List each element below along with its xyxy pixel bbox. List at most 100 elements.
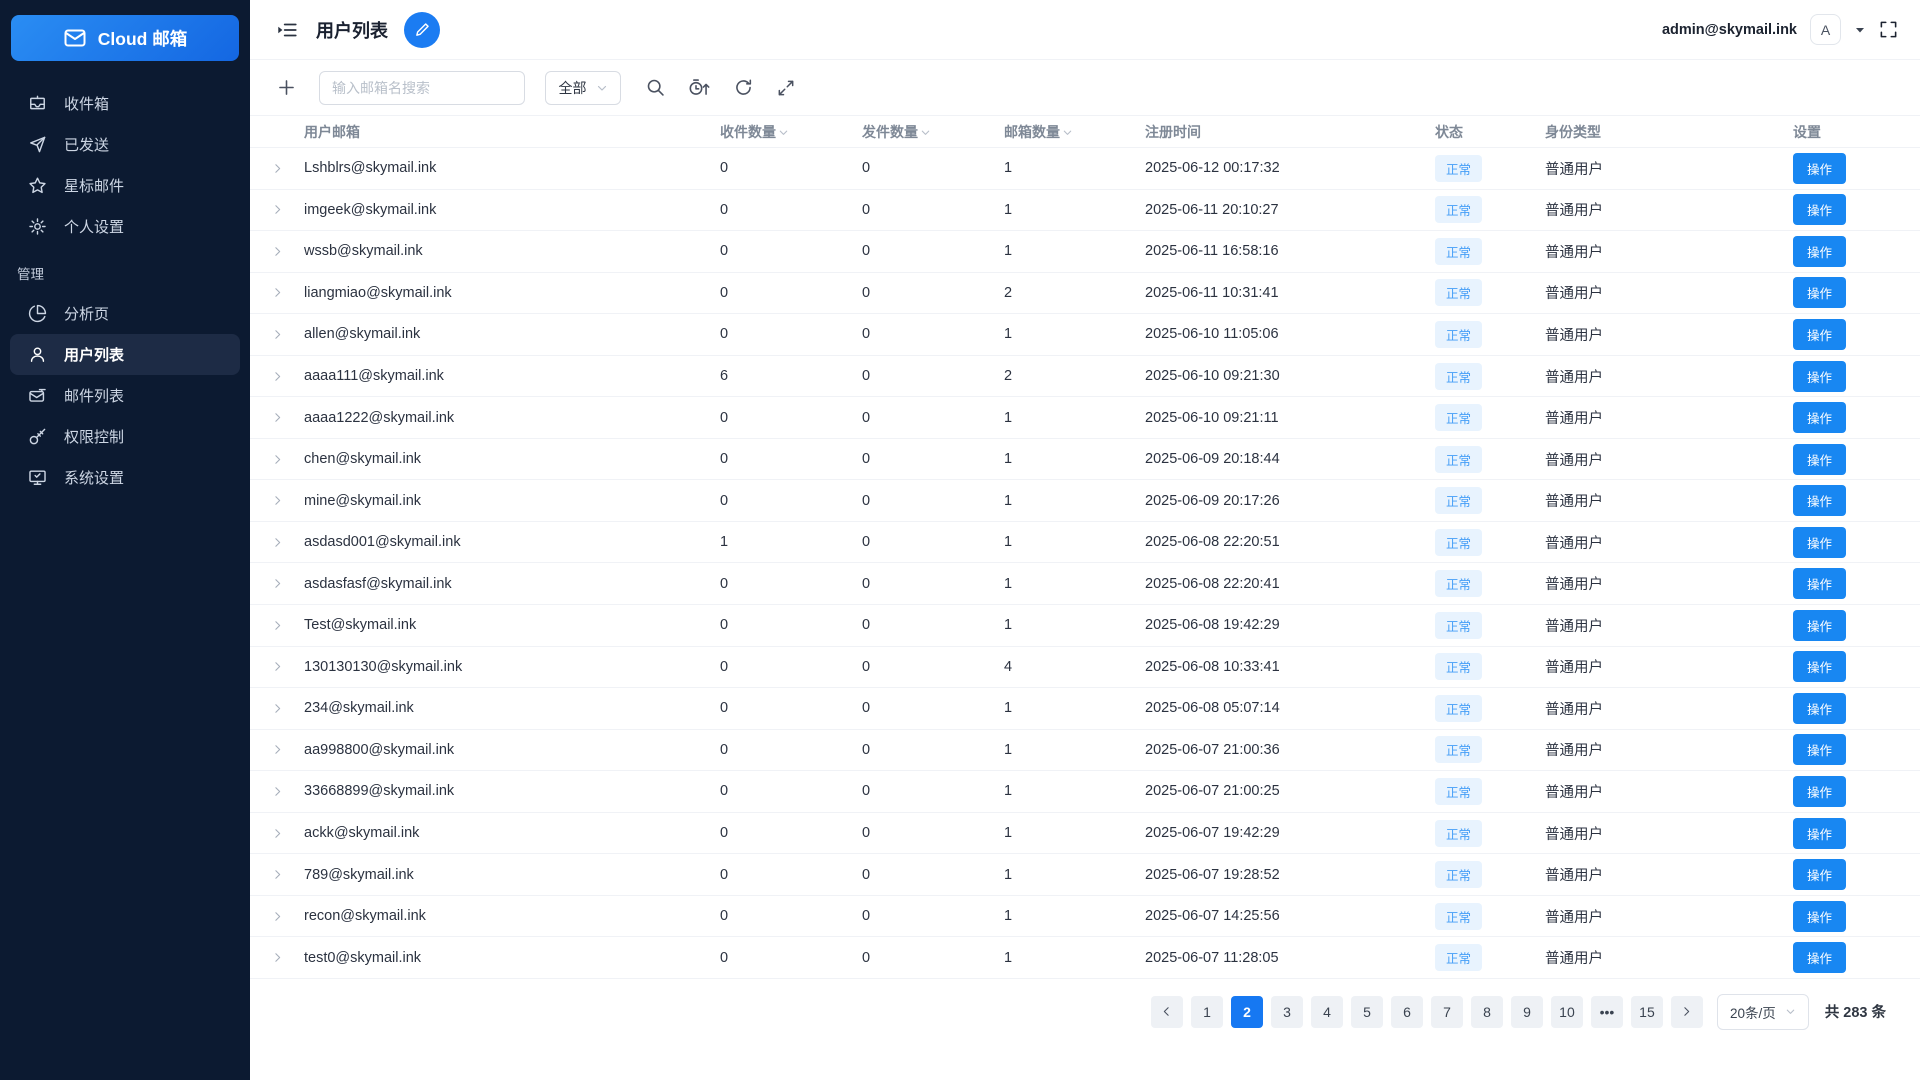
refresh-button[interactable] [731,75,756,100]
row-expand-chevron-icon[interactable] [250,951,304,964]
row-expand-chevron-icon[interactable] [250,868,304,881]
page-button[interactable]: 4 [1310,995,1343,1028]
account-dropdown-caret-icon[interactable] [1854,24,1866,36]
cell-user-email[interactable]: 130130130@skymail.ink [304,659,720,675]
row-action-button[interactable]: 操作 [1793,900,1847,932]
row-action-button[interactable]: 操作 [1793,609,1847,641]
row-action-button[interactable]: 操作 [1793,485,1847,517]
row-action-button[interactable]: 操作 [1793,942,1847,974]
column-header-sent-count[interactable]: 发件数量 [862,122,1004,142]
row-expand-chevron-icon[interactable] [250,702,304,715]
row-expand-chevron-icon[interactable] [250,245,304,258]
cell-user-email[interactable]: 33668899@skymail.ink [304,783,720,799]
page-size-select[interactable]: 20条/页 [1716,993,1809,1030]
column-header-mailbox-count[interactable]: 邮箱数量 [1004,122,1145,142]
cell-user-email[interactable]: mine@skymail.ink [304,493,720,509]
row-action-button[interactable]: 操作 [1793,568,1847,600]
filter-select[interactable]: 全部 [545,70,621,105]
row-action-button[interactable]: 操作 [1793,692,1847,724]
cell-user-email[interactable]: Test@skymail.ink [304,617,720,633]
sidebar-item-personal-settings[interactable]: 个人设置 [0,206,250,247]
row-action-button[interactable]: 操作 [1793,402,1847,434]
page-button[interactable]: 7 [1430,995,1463,1028]
cell-user-email[interactable]: imgeek@skymail.ink [304,202,720,218]
cell-user-email[interactable]: ackk@skymail.ink [304,825,720,841]
sidebar-item-starred[interactable]: 星标邮件 [0,165,250,206]
search-input[interactable] [319,70,525,105]
row-expand-chevron-icon[interactable] [250,494,304,507]
row-action-button[interactable]: 操作 [1793,859,1847,891]
row-expand-chevron-icon[interactable] [250,536,304,549]
edit-title-button[interactable] [404,11,440,48]
avatar[interactable]: A [1810,14,1841,45]
page-button[interactable]: 3 [1270,995,1303,1028]
row-action-button[interactable]: 操作 [1793,443,1847,475]
sidebar-item-inbox[interactable]: 收件箱 [0,83,250,124]
menu-collapse-icon[interactable] [274,17,300,43]
cell-user-email[interactable]: aaaa1222@skymail.ink [304,410,720,426]
row-action-button[interactable]: 操作 [1793,360,1847,392]
row-expand-chevron-icon[interactable] [250,619,304,632]
row-action-button[interactable]: 操作 [1793,235,1847,267]
cell-user-email[interactable]: aa998800@skymail.ink [304,742,720,758]
cell-user-email[interactable]: wssb@skymail.ink [304,243,720,259]
cell-user-email[interactable]: Lshblrs@skymail.ink [304,160,720,176]
cell-user-email[interactable]: chen@skymail.ink [304,451,720,467]
row-action-button[interactable]: 操作 [1793,152,1847,184]
page-button[interactable]: 1 [1190,995,1223,1028]
row-action-button[interactable]: 操作 [1793,651,1847,683]
cell-user-email[interactable]: asdasfasf@skymail.ink [304,576,720,592]
page-button[interactable]: 8 [1470,995,1503,1028]
page-button[interactable]: 5 [1350,995,1383,1028]
row-expand-chevron-icon[interactable] [250,162,304,175]
row-expand-chevron-icon[interactable] [250,286,304,299]
row-expand-chevron-icon[interactable] [250,203,304,216]
next-page-button[interactable] [1670,995,1703,1028]
cell-user-email[interactable]: test0@skymail.ink [304,950,720,966]
add-user-button[interactable] [274,75,299,100]
cell-user-email[interactable]: liangmiao@skymail.ink [304,285,720,301]
expand-table-button[interactable] [774,76,798,100]
row-action-button[interactable]: 操作 [1793,817,1847,849]
sidebar-item-analytics[interactable]: 分析页 [0,293,250,334]
page-button[interactable]: 10 [1550,995,1583,1028]
cell-user-email[interactable]: allen@skymail.ink [304,326,720,342]
sidebar-item-permissions[interactable]: 权限控制 [0,416,250,457]
page-button[interactable]: 9 [1510,995,1543,1028]
row-expand-chevron-icon[interactable] [250,827,304,840]
page-button[interactable]: 15 [1630,995,1663,1028]
sidebar-item-system-settings[interactable]: 系统设置 [0,457,250,498]
row-expand-chevron-icon[interactable] [250,577,304,590]
row-expand-chevron-icon[interactable] [250,328,304,341]
row-expand-chevron-icon[interactable] [250,910,304,923]
prev-page-button[interactable] [1150,995,1183,1028]
row-expand-chevron-icon[interactable] [250,785,304,798]
sidebar-item-mail-list[interactable]: 邮件列表 [0,375,250,416]
sort-by-time-button[interactable] [686,75,713,100]
row-expand-chevron-icon[interactable] [250,743,304,756]
cell-user-email[interactable]: recon@skymail.ink [304,908,720,924]
row-action-button[interactable]: 操作 [1793,277,1847,309]
row-expand-chevron-icon[interactable] [250,660,304,673]
row-action-button[interactable]: 操作 [1793,194,1847,226]
brand-button[interactable]: Cloud 邮箱 [11,15,239,61]
page-button[interactable]: 2 [1230,995,1263,1028]
row-action-button[interactable]: 操作 [1793,526,1847,558]
sidebar-item-sent[interactable]: 已发送 [0,124,250,165]
cell-user-email[interactable]: aaaa111@skymail.ink [304,368,720,384]
sidebar-item-user-list[interactable]: 用户列表 [10,334,240,375]
column-header-inbox-count[interactable]: 收件数量 [720,122,862,142]
page-button[interactable]: 6 [1390,995,1423,1028]
row-action-button[interactable]: 操作 [1793,775,1847,807]
row-expand-chevron-icon[interactable] [250,370,304,383]
cell-user-email[interactable]: 789@skymail.ink [304,867,720,883]
cell-user-email[interactable]: 234@skymail.ink [304,700,720,716]
cell-user-email[interactable]: asdasd001@skymail.ink [304,534,720,550]
row-action-button[interactable]: 操作 [1793,318,1847,350]
search-button[interactable] [643,75,668,100]
fullscreen-icon[interactable] [1879,20,1898,39]
row-expand-chevron-icon[interactable] [250,453,304,466]
page-button[interactable]: ••• [1590,995,1623,1028]
row-action-button[interactable]: 操作 [1793,734,1847,766]
row-expand-chevron-icon[interactable] [250,411,304,424]
